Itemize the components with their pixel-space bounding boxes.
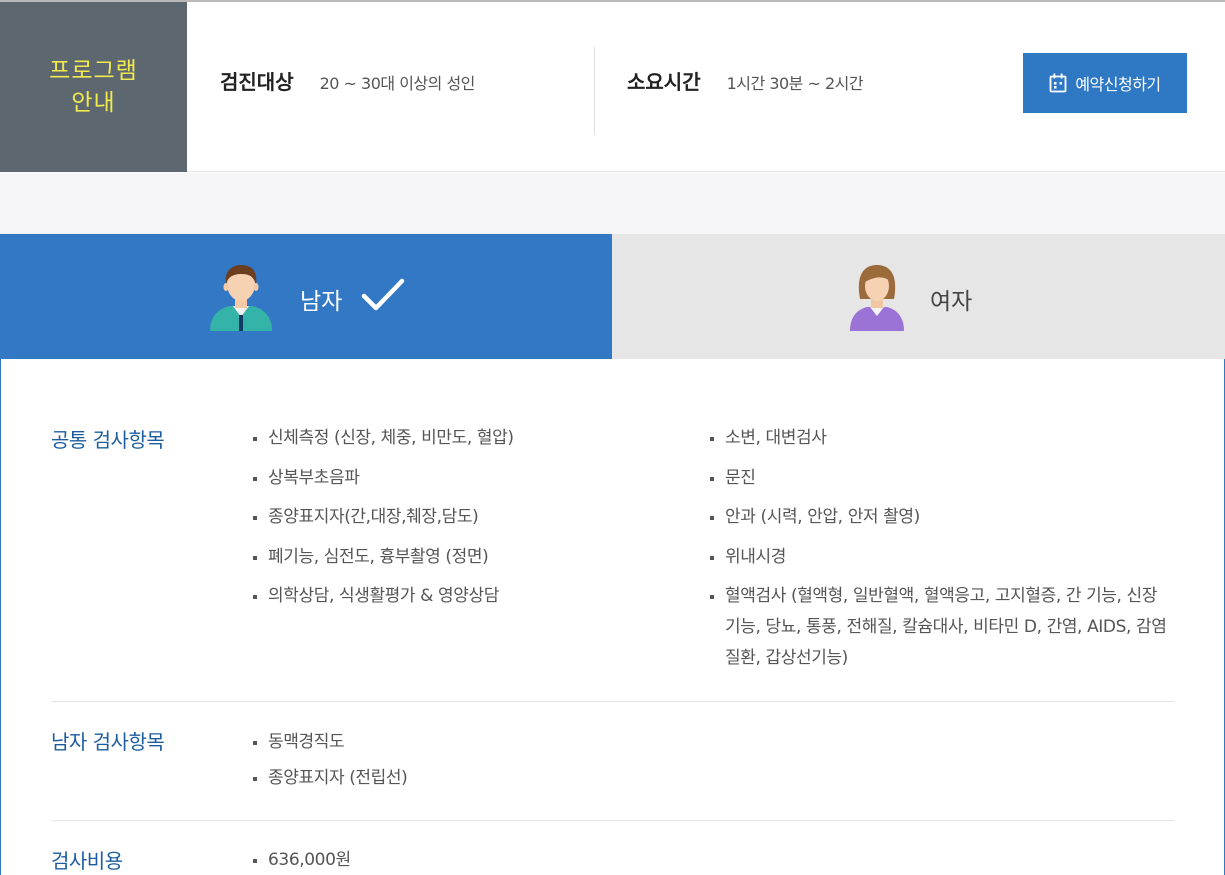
list-item: 위내시경 <box>708 542 1168 573</box>
duration-key: 소요시간 <box>627 70 701 94</box>
info-divider <box>594 47 595 135</box>
list-item: 신체측정 (신장, 체중, 비만도, 혈압) <box>251 423 691 454</box>
program-guide-text: 프로그램 안내 <box>49 58 138 116</box>
program-info-bar: 프로그램 안내 검진대상 20 ~ 30대 이상의 성인 소요시간 1시간 30… <box>0 2 1225 172</box>
list-item: 636,000원 <box>251 845 351 875</box>
list-item: 혈액검사 (혈액형, 일반혈액, 혈액응고, 고지혈증, 간 기능, 신장기능,… <box>708 581 1168 674</box>
male-avatar-icon <box>206 265 276 335</box>
tab-female-label: 여자 <box>930 289 973 315</box>
list-item: 종양표지자 (전립선) <box>251 763 408 794</box>
duration-info: 소요시간 1시간 30분 ~ 2시간 <box>627 66 864 95</box>
list-item: 의학상담, 식생활평가 & 영양상담 <box>251 581 691 612</box>
target-key: 검진대상 <box>220 70 294 94</box>
female-avatar-icon <box>847 265 907 335</box>
common-exam-section: 공통 검사항목 신체측정 (신장, 체중, 비만도, 혈압) 상복부초음파 종양… <box>51 423 1174 702</box>
list-item: 문진 <box>708 463 1168 494</box>
male-exam-list: 동맥경직도 종양표지자 (전립선) <box>251 727 408 799</box>
common-exam-list-right: 소변, 대변검사 문진 안과 (시력, 안압, 안저 촬영) 위내시경 혈액검사… <box>708 423 1168 683</box>
male-exam-section: 남자 검사항목 동맥경직도 종양표지자 (전립선) <box>51 702 1174 821</box>
reserve-button[interactable]: 예약신청하기 <box>1023 53 1187 113</box>
list-item: 소변, 대변검사 <box>708 423 1168 454</box>
check-icon <box>361 277 405 317</box>
program-guide-label: 프로그램 안내 <box>0 2 187 172</box>
duration-value: 1시간 30분 ~ 2시간 <box>726 74 864 93</box>
target-info: 검진대상 20 ~ 30대 이상의 성인 <box>220 66 475 95</box>
tab-female[interactable]: 여자 <box>612 234 1225 359</box>
list-item: 폐기능, 심전도, 흉부촬영 (정면) <box>251 542 691 573</box>
calendar-icon <box>1049 73 1067 93</box>
list-item: 상복부초음파 <box>251 463 691 494</box>
list-item: 종양표지자(간,대장,췌장,담도) <box>251 502 691 533</box>
exam-items-panel: 공통 검사항목 신체측정 (신장, 체중, 비만도, 혈압) 상복부초음파 종양… <box>0 359 1225 875</box>
exam-cost-section: 검사비용 636,000원 <box>51 821 1174 875</box>
target-value: 20 ~ 30대 이상의 성인 <box>319 74 476 93</box>
male-exam-title: 남자 검사항목 <box>51 730 165 754</box>
exam-cost-title: 검사비용 <box>51 849 123 873</box>
tab-male-label: 남자 <box>300 289 343 315</box>
reserve-button-label: 예약신청하기 <box>1075 77 1161 94</box>
exam-cost-list: 636,000원 <box>251 845 351 875</box>
common-exam-title: 공통 검사항목 <box>51 428 165 452</box>
list-item: 안과 (시력, 안압, 안저 촬영) <box>708 502 1168 533</box>
section-gap <box>0 173 1225 234</box>
tab-male[interactable]: 남자 <box>0 234 612 359</box>
common-exam-list-left: 신체측정 (신장, 체중, 비만도, 혈압) 상복부초음파 종양표지자(간,대장… <box>251 423 691 621</box>
list-item: 동맥경직도 <box>251 727 407 758</box>
